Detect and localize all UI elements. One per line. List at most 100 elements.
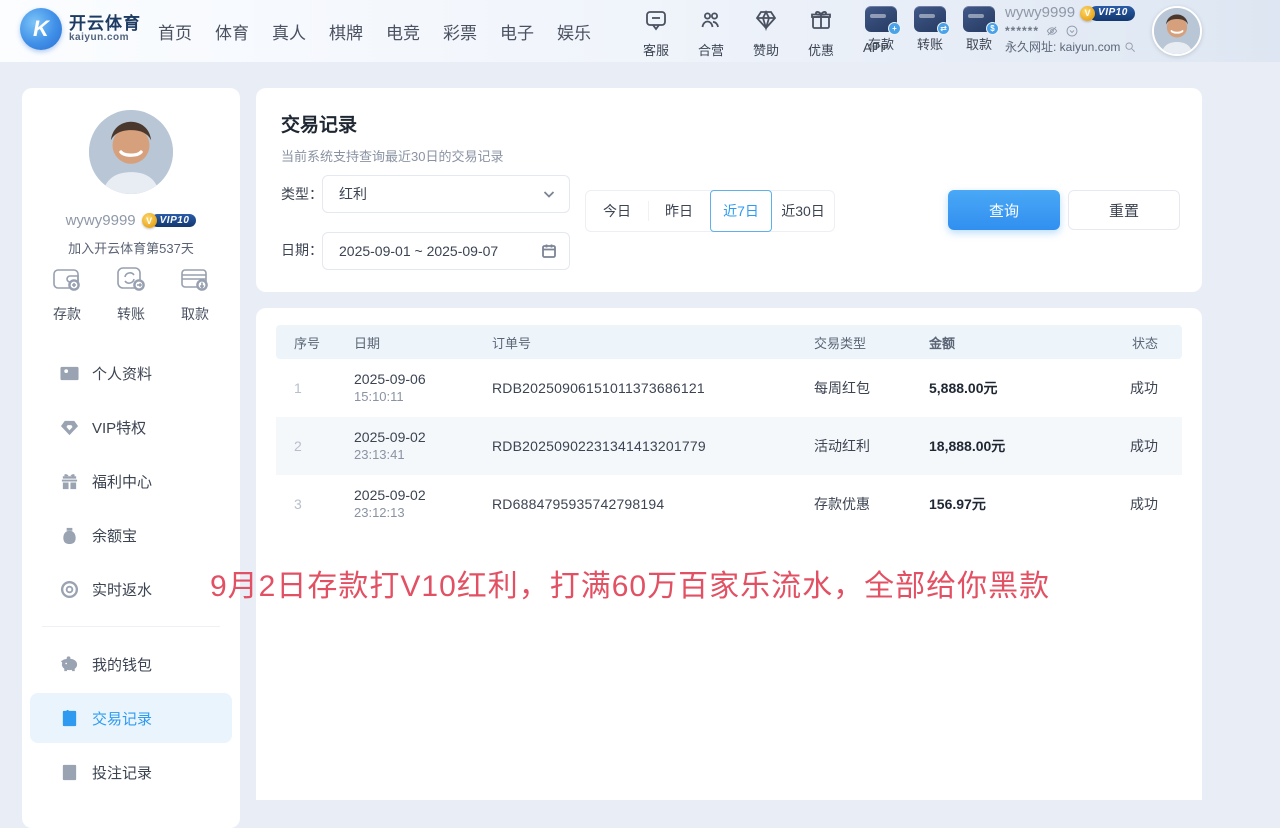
rebate-circle-icon — [60, 580, 79, 599]
diamond-icon — [60, 418, 79, 437]
page-title: 交易记录 — [281, 110, 357, 137]
deposit-button[interactable]: + 存款 — [862, 6, 900, 53]
permanent-url-label: 永久网址: kaiyun.com — [1005, 40, 1120, 55]
profile-username: wywy9999 — [66, 212, 136, 229]
sidebar-deposit-button[interactable]: 存款 — [52, 266, 82, 324]
profile-vip-badge[interactable]: V VIP10 — [142, 213, 197, 228]
col-amount: 金额 — [919, 333, 1099, 352]
table-row[interactable]: 1 2025-09-06 15:10:11 RDB202509061510113… — [276, 359, 1182, 417]
brand-text: 开云体育 kaiyun.com — [69, 15, 141, 43]
promo-button[interactable]: 优惠 — [802, 8, 840, 59]
nav-lottery[interactable]: 彩票 — [443, 19, 477, 44]
brand-name: 开云体育 — [69, 15, 141, 33]
sidebar-transfer-button[interactable]: 转账 — [116, 266, 146, 324]
sidebar-item-yuebao[interactable]: 余额宝 — [30, 508, 232, 562]
avatar-face-icon — [1154, 8, 1200, 54]
profile-avatar-face-icon — [89, 110, 173, 194]
bet-record-icon — [60, 763, 79, 782]
balance-mask: ****** — [1005, 24, 1039, 39]
sidebar-item-transactions[interactable]: 交易记录 — [30, 693, 232, 743]
date-filter-label: 日期： — [281, 240, 323, 260]
sidebar-item-welfare[interactable]: 福利中心 — [30, 454, 232, 508]
col-date: 日期 — [336, 333, 474, 352]
table-header-row: 序号 日期 订单号 交易类型 金额 状态 — [276, 325, 1182, 359]
query-button[interactable]: 查询 — [948, 190, 1060, 230]
sidebar-menu: 个人资料 VIP特权 福利中心 余额宝 实时返水 我的钱包 — [30, 346, 232, 799]
deposit-wallet-icon: + — [865, 6, 897, 32]
type-select[interactable]: 红利 — [322, 175, 570, 213]
page: K 开云体育 kaiyun.com 首页 体育 真人 棋牌 电竞 彩票 电子 娱… — [0, 0, 1280, 800]
profile-vip-shield-icon: V — [142, 213, 157, 228]
col-order: 订单号 — [474, 333, 804, 352]
range-30days-button[interactable]: 近30日 — [772, 191, 834, 231]
calendar-icon — [541, 243, 557, 259]
brand-domain: kaiyun.com — [69, 33, 141, 44]
piggy-bank-icon — [60, 655, 79, 674]
sidebar-item-vip[interactable]: VIP特权 — [30, 400, 232, 454]
sponsor-button[interactable]: 赞助 — [747, 8, 785, 59]
topbar: K 开云体育 kaiyun.com 首页 体育 真人 棋牌 电竞 彩票 电子 娱… — [0, 0, 1280, 62]
transfer-outline-icon — [116, 266, 146, 297]
nav-home[interactable]: 首页 — [158, 19, 192, 44]
table-row[interactable]: 2 2025-09-02 23:13:41 RDB202509022313414… — [276, 417, 1182, 475]
nav-sports[interactable]: 体育 — [215, 19, 249, 44]
nav-slots[interactable]: 电子 — [500, 19, 534, 44]
sidebar-withdraw-button[interactable]: 取款 — [180, 266, 210, 324]
refresh-chevron-icon[interactable] — [1065, 24, 1079, 38]
joined-days-label: 加入开云体育第537天 — [22, 238, 240, 257]
topbar-user-block: wywy9999 V VIP10 ****** 永久网址: kaiyun.com — [1005, 4, 1155, 55]
page-subtitle: 当前系统支持查询最近30日的交易记录 — [281, 146, 503, 165]
sidebar-quick-actions: 存款 转账 取款 — [22, 266, 240, 324]
card-outline-icon — [180, 266, 210, 297]
partner-button[interactable]: 合营 — [692, 8, 730, 59]
vip-shield-icon: V — [1080, 6, 1095, 21]
brand-logo[interactable]: K 开云体育 kaiyun.com — [20, 8, 141, 50]
range-7days-button[interactable]: 近7日 — [710, 190, 772, 232]
col-index: 序号 — [276, 333, 336, 352]
nav-entertainment[interactable]: 娱乐 — [557, 19, 591, 44]
range-yesterday-button[interactable]: 昨日 — [648, 191, 710, 231]
filter-card: 交易记录 当前系统支持查询最近30日的交易记录 类型： 红利 日期： 2025-… — [256, 88, 1202, 292]
withdraw-card-icon: $ — [963, 6, 995, 32]
chevron-down-icon — [541, 186, 557, 202]
type-filter-label: 类型： — [281, 184, 323, 204]
id-card-icon — [60, 364, 79, 383]
brand-emblem-icon: K — [20, 8, 62, 50]
vip-badge[interactable]: V VIP10 — [1080, 6, 1135, 21]
transfer-wallet-icon: ⇄ — [914, 6, 946, 32]
col-status: 状态 — [1099, 333, 1182, 352]
transactions-table: 序号 日期 订单号 交易类型 金额 状态 1 2025-09-06 15:10:… — [276, 325, 1182, 533]
ledger-icon — [60, 709, 79, 728]
gift-icon — [60, 472, 79, 491]
date-range-input[interactable]: 2025-09-01 ~ 2025-09-07 — [322, 232, 570, 270]
withdraw-button[interactable]: $ 取款 — [960, 6, 998, 53]
partners-icon — [699, 8, 723, 37]
topbar-money-actions: + 存款 ⇄ 转账 $ 取款 — [862, 6, 998, 53]
sidebar-item-profile[interactable]: 个人资料 — [30, 346, 232, 400]
nav-chess[interactable]: 棋牌 — [329, 19, 363, 44]
sidebar-item-rebate[interactable]: 实时返水 — [30, 562, 232, 616]
red-annotation-text: 9月2日存款打V10红利，打满60万百家乐流水，全部给你黑款 — [210, 561, 1090, 605]
username: wywy9999 — [1005, 4, 1075, 23]
service-button[interactable]: 客服 — [637, 8, 675, 59]
wallet-outline-icon — [52, 266, 82, 297]
sidebar-divider — [42, 626, 220, 627]
table-row[interactable]: 3 2025-09-02 23:12:13 RD6884795935742798… — [276, 475, 1182, 533]
reset-button[interactable]: 重置 — [1068, 190, 1180, 230]
eye-off-icon[interactable] — [1045, 24, 1059, 38]
main-nav: 首页 体育 真人 棋牌 电竞 彩票 电子 娱乐 — [158, 0, 591, 62]
avatar[interactable] — [1152, 6, 1202, 56]
table-card: 序号 日期 订单号 交易类型 金额 状态 1 2025-09-06 15:10:… — [256, 308, 1202, 800]
vip-level-label: VIP10 — [1089, 6, 1135, 21]
nav-esports[interactable]: 电竞 — [386, 19, 420, 44]
transfer-button[interactable]: ⇄ 转账 — [911, 6, 949, 53]
profile-avatar[interactable] — [89, 110, 173, 194]
range-today-button[interactable]: 今日 — [586, 191, 648, 231]
gift-icon — [809, 8, 833, 37]
sidebar-item-bets[interactable]: 投注记录 — [30, 745, 232, 799]
money-pot-icon — [60, 526, 79, 545]
sidebar-item-wallet[interactable]: 我的钱包 — [30, 637, 232, 691]
topbar-icon-actions: 客服 合营 赞助 优惠 — [637, 8, 895, 59]
magnifier-icon[interactable] — [1123, 40, 1137, 54]
nav-live[interactable]: 真人 — [272, 19, 306, 44]
